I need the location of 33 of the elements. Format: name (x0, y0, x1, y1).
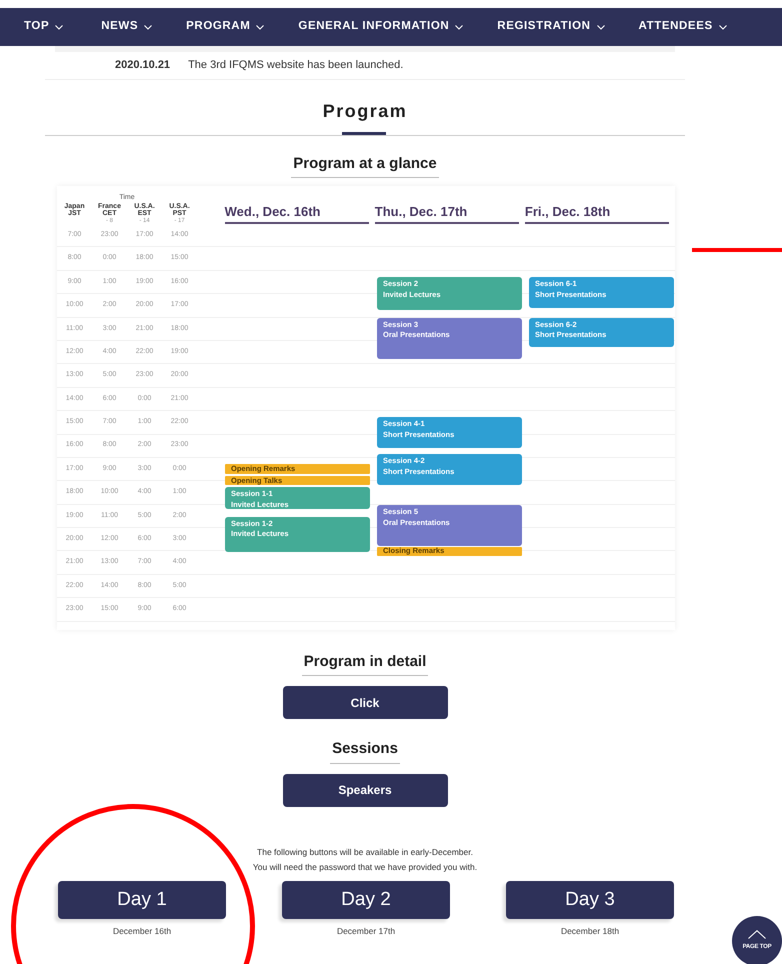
section-title: Program (322, 100, 408, 123)
subsection-title: Sessions (330, 738, 400, 764)
notice-text: You will need the password that we have provided you with. (252, 860, 478, 874)
subsection-title: Program in detail (302, 650, 428, 676)
day-date: December 17th (336, 925, 396, 938)
chevron-down-icon (718, 24, 727, 30)
speakers-button[interactable]: Speakers (282, 774, 448, 807)
day-button[interactable]: Day 2 (282, 881, 450, 920)
day-heading: Thu., Dec. 17th (374, 202, 519, 224)
day-heading: Wed., Dec. 16th (224, 202, 369, 224)
subsection-title: Program at a glance (291, 152, 439, 178)
chevron-down-icon (55, 24, 64, 30)
day-heading: Fri., Dec. 18th (524, 202, 670, 224)
news-date: 2020.10.21 (115, 58, 170, 73)
nav-menu-item[interactable]: ATTENDEES (638, 18, 727, 36)
chevron-down-icon (256, 24, 264, 30)
program-detail-button[interactable]: Click (282, 686, 448, 720)
chevron-down-icon (596, 24, 605, 30)
day-date: December 18th (560, 925, 620, 938)
title-underline (342, 132, 386, 134)
nav-menu-item[interactable]: TOP (24, 18, 64, 36)
nav-menu-item[interactable]: GENERAL INFORMATION (298, 18, 464, 36)
day-button[interactable]: Day 1 (58, 881, 226, 920)
chevron-down-icon (455, 24, 464, 30)
notice-text: The following buttons will be available in early-December. (256, 846, 474, 859)
nav-menu-item[interactable]: NEWS (101, 18, 152, 36)
nav-menu-item[interactable]: REGISTRATION (497, 18, 605, 36)
chevron-down-icon (144, 24, 152, 30)
day-button[interactable]: Day 3 (506, 881, 674, 920)
chevron-up-icon (748, 930, 766, 939)
news-text: The 3rd IFQMS website has been launched. (188, 58, 404, 73)
day-date: December 16th (112, 925, 172, 938)
nav-menu-item[interactable]: PROGRAM (186, 18, 264, 36)
